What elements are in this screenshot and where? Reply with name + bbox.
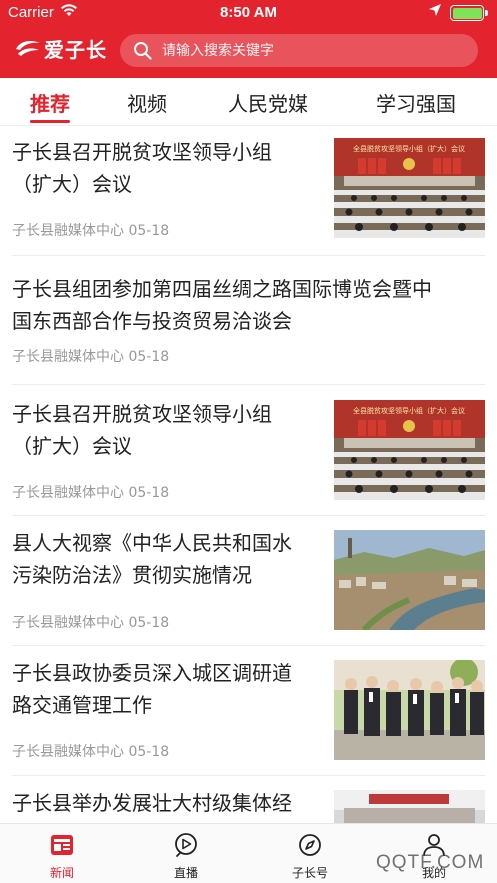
news-date: 05-18 [128,485,170,501]
news-item[interactable]: 子长县举办发展壮大村级集体经 [12,777,485,823]
news-source: 子长县融媒体中心 [12,485,124,501]
thumb-caption: 全县脱贫攻坚领导小组（扩大）会议 [353,406,465,415]
news-thumbnail [334,790,485,823]
search-bar[interactable] [120,34,478,67]
news-item[interactable]: 县人大视察《中华人民共和国水 污染防治法》贯彻实施情况 子长县融媒体中心 05-… [12,517,485,646]
watermark: QQTF.COM [376,852,485,873]
active-tab-indicator [30,120,70,123]
battery-tip [485,10,488,16]
news-thumbnail: 全县脱贫攻坚领导小组（扩大）会议 [334,400,485,500]
news-title: 子长县政协委员深入城区调研道 路交通管理工作 [12,657,292,721]
nav-live[interactable]: 直播 [146,824,226,883]
news-title: 县人大视察《中华人民共和国水 污染防治法》贯彻实施情况 [12,527,292,591]
news-date: 05-18 [128,349,170,365]
news-source: 子长县融媒体中心 [12,615,124,631]
news-date: 05-18 [128,744,170,760]
news-thumbnail: 全县脱贫攻坚领导小组（扩大）会议 [334,138,485,238]
news-source: 子长县融媒体中心 [12,349,124,365]
news-icon [51,835,73,855]
news-item[interactable]: 子长县召开脱贫攻坚领导小组 （扩大）会议 子长县融媒体中心 05-18 全县脱贫… [12,126,485,256]
news-item[interactable]: 子长县组团参加第四届丝绸之路国际博览会暨中 国东西部合作与投资贸易洽谈会 子长县… [12,257,485,385]
status-time: 8:50 AM [220,4,277,21]
news-meta: 子长县融媒体中心 05-18 [12,741,169,761]
compass-icon [299,834,321,856]
news-title-line: （扩大）会议 [12,172,132,196]
news-source: 子长县融媒体中心 [12,744,124,760]
news-meta: 子长县融媒体中心 05-18 [12,482,169,502]
news-title: 子长县召开脱贫攻坚领导小组 （扩大）会议 [12,398,272,462]
news-item[interactable]: 子长县政协委员深入城区调研道 路交通管理工作 子长县融媒体中心 05-18 [12,647,485,776]
news-title-line: 子长县召开脱贫攻坚领导小组 [12,402,272,426]
news-item[interactable]: 子长县召开脱贫攻坚领导小组 （扩大）会议 子长县融媒体中心 05-18 全县脱贫… [12,386,485,516]
tab-recommend[interactable]: 推荐 [30,88,70,117]
category-tabs: 推荐 视频 人民党媒 学习强国 [0,78,497,126]
play-icon [175,833,197,857]
news-title: 子长县组团参加第四届丝绸之路国际博览会暨中 国东西部合作与投资贸易洽谈会 [12,273,432,337]
nav-label: 子长号 [291,866,328,880]
news-title-line: 污染防治法》贯彻实施情况 [12,563,252,587]
news-title: 子长县召开脱贫攻坚领导小组 （扩大）会议 [12,136,272,200]
news-title-line: 路交通管理工作 [12,693,152,717]
nav-label: 直播 [173,866,198,880]
news-source: 子长县融媒体中心 [12,223,124,239]
nav-label: 新闻 [49,866,74,880]
news-feed[interactable]: 子长县召开脱贫攻坚领导小组 （扩大）会议 子长县融媒体中心 05-18 全县脱贫… [0,126,497,823]
nav-zichang-account[interactable]: 子长号 [270,824,350,883]
location-arrow-icon [428,3,442,21]
news-thumbnail [334,530,485,630]
news-date: 05-18 [128,615,170,631]
app-logo[interactable]: 爱子长 [14,33,114,63]
news-meta: 子长县融媒体中心 05-18 [12,346,169,366]
news-date: 05-18 [128,223,170,239]
news-title-line: （扩大）会议 [12,434,132,458]
top-header: Carrier 8:50 AM 爱子长 [0,0,497,78]
thumb-caption: 全县脱贫攻坚领导小组（扩大）会议 [353,144,465,153]
news-thumbnail [334,660,485,760]
news-title: 子长县举办发展壮大村级集体经 [12,787,292,819]
battery-icon [450,5,484,21]
news-meta: 子长县融媒体中心 05-18 [12,220,169,240]
news-title-line: 子长县政协委员深入城区调研道 [12,661,292,685]
news-title-line: 国东西部合作与投资贸易洽谈会 [12,309,292,333]
news-meta: 子长县融媒体中心 05-18 [12,612,169,632]
news-title-line: 子长县组团参加第四届丝绸之路国际博览会暨中 [12,277,432,301]
news-title-line: 子长县举办发展壮大村级集体经 [12,791,292,815]
news-title-line: 县人大视察《中华人民共和国水 [12,531,292,555]
tab-xuexi-qiangguo[interactable]: 学习强国 [376,88,456,117]
tab-people-party-media[interactable]: 人民党媒 [228,88,308,117]
logo-mark-icon [16,41,40,56]
tab-video[interactable]: 视频 [127,88,167,117]
search-input[interactable] [162,34,462,67]
logo-text: 爱子长 [44,38,107,62]
status-bar: Carrier 8:50 AM [0,0,497,26]
news-title-line: 子长县召开脱贫攻坚领导小组 [12,140,272,164]
nav-news[interactable]: 新闻 [22,824,102,883]
search-icon [134,42,152,60]
